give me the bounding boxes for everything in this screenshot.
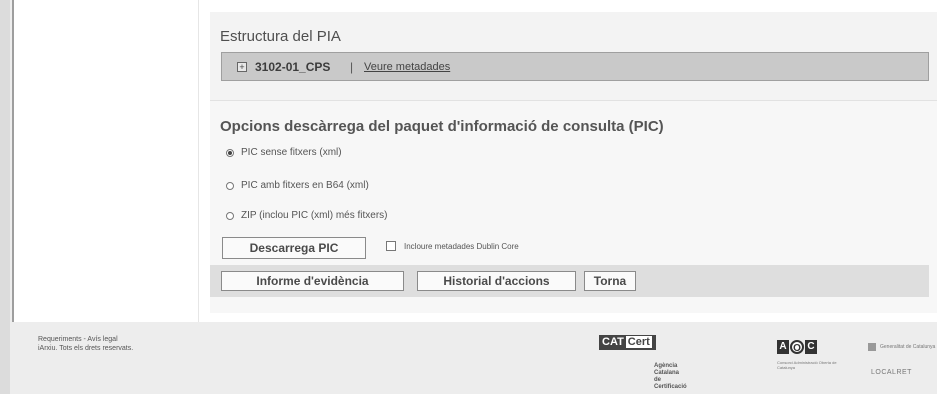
dublin-core-option[interactable]: Incloure metadades Dublin Core (386, 241, 519, 251)
gencat-mark-icon (868, 343, 876, 351)
option-label: ZIP (inclou PIC (xml) més fitxers) (241, 210, 388, 221)
structure-tree-row: + 3102-01_CPS | Veure metadades (221, 52, 929, 81)
option-zip[interactable]: ZIP (inclou PIC (xml) més fitxers) (226, 210, 388, 221)
dublin-core-checkbox[interactable] (386, 241, 396, 251)
option-pic-b64[interactable]: PIC amb fitxers en B64 (xml) (226, 180, 369, 191)
structure-section: Estructura del PIA + 3102-01_CPS | Veure… (210, 12, 937, 100)
action-button-bar: Informe d'evidència Historial d'accions … (210, 265, 929, 297)
footer-text: Requeriments - Avís legal iArxiu. Tots e… (38, 335, 133, 353)
dublin-core-label: Incloure metadades Dublin Core (404, 241, 519, 251)
catcert-mark: CAT Cert (599, 335, 656, 350)
download-options-section: Opcions descàrrega del paquet d'informac… (210, 100, 937, 313)
expand-plus-icon[interactable]: + (237, 62, 247, 72)
footer-links[interactable]: Requeriments - Avís legal (38, 335, 133, 344)
option-pic-no-files[interactable]: PIC sense fitxers (xml) (226, 147, 342, 158)
view-metadata-link[interactable]: Veure metadades (364, 61, 450, 73)
structure-title: Estructura del PIA (220, 28, 341, 45)
option-label: PIC sense fitxers (xml) (241, 147, 342, 158)
tree-node-label[interactable]: 3102-01_CPS (255, 60, 330, 74)
catcert-logo: CAT Cert Agència Catalana de Certificació (599, 335, 687, 390)
catcert-subtitle: Agència Catalana de Certificació (654, 363, 687, 390)
action-history-button[interactable]: Historial d'accions (417, 271, 576, 291)
page-frame: Estructura del PIA + 3102-01_CPS | Veure… (0, 0, 937, 394)
download-pic-button[interactable]: Descarrega PIC (222, 237, 366, 259)
main-panel: Estructura del PIA + 3102-01_CPS | Veure… (12, 0, 937, 322)
radio-button[interactable] (226, 211, 234, 220)
content-area: Estructura del PIA + 3102-01_CPS | Veure… (210, 0, 937, 322)
aoc-logo: A O C (777, 340, 818, 354)
radio-button[interactable] (226, 181, 234, 190)
download-options-title: Opcions descàrrega del paquet d'informac… (220, 118, 664, 135)
left-scroll-gutter (0, 0, 10, 394)
back-button[interactable]: Torna (584, 271, 636, 291)
radio-button-selected[interactable] (226, 148, 234, 157)
separator: | (350, 60, 354, 74)
footer-copyright: iArxiu. Tots els drets reservats. (38, 345, 134, 352)
localret-logo: LOCALRET (871, 369, 912, 376)
gencat-logo: Generalitat de Catalunya (868, 343, 935, 351)
aoc-subtitle: Consorci Administració Oberta de Catalun… (777, 360, 837, 370)
option-label: PIC amb fitxers en B64 (xml) (241, 180, 369, 191)
side-column (14, 0, 199, 322)
evidence-report-button[interactable]: Informe d'evidència (221, 271, 404, 291)
